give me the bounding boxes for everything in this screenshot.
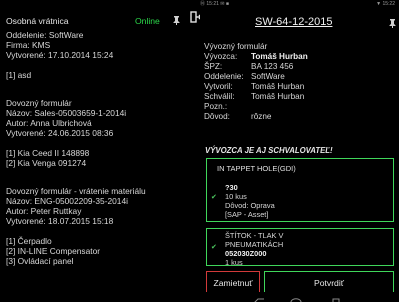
item-title: ŠTÍTOK - TLAK V: [225, 231, 284, 240]
recent-apps-icon[interactable]: [330, 293, 342, 302]
left-pane: Osobná vrátnica Online Oddelenie: SoftWa…: [0, 8, 200, 292]
pin-icon[interactable]: [389, 19, 396, 30]
back-icon[interactable]: [254, 293, 266, 302]
item-qty: 1 kus: [225, 258, 243, 266]
home-icon[interactable]: [290, 293, 302, 302]
field-value: Tomáš Hurban: [251, 92, 305, 101]
pin-icon[interactable]: [173, 16, 180, 27]
status-bar: Ⓝ 15:21 ✉ ■ ▼ 15:22: [0, 0, 399, 8]
left-line: Autor: Peter Ruttkay: [6, 206, 82, 216]
field-value: Tomáš Hurban: [251, 82, 305, 91]
left-line: Dovozný formulár - vrátenie materiálu: [6, 186, 146, 196]
field-value: Tomáš Hurban: [251, 52, 308, 61]
left-line: Oddelenie: SoftWare: [6, 30, 84, 40]
left-line: [1] Kia Ceed II 148898: [6, 148, 90, 158]
left-line: Dovozný formulár: [6, 98, 72, 108]
left-line: [3] Ovládací panel: [6, 256, 74, 266]
field-label: Vývozca:: [204, 52, 238, 61]
field-label: Dôvod:: [204, 112, 230, 121]
document-title[interactable]: SW-64-12-2015: [255, 16, 332, 28]
navigation-bar: [0, 292, 399, 302]
header-title: Osobná vrátnica: [6, 16, 69, 26]
left-line: [1] Čerpadlo: [6, 236, 52, 246]
left-line: Vytvorené: 17.10.2014 15:24: [6, 50, 114, 60]
field-label: Schválil:: [204, 92, 235, 101]
field-label: Vytvoril:: [204, 82, 233, 91]
item-qty: 10 kus: [225, 192, 247, 201]
left-line: Autor: Anna Ulbrichová: [6, 118, 92, 128]
left-line: Vytvorené: 24.06.2015 08:36: [6, 128, 114, 138]
right-pane: SW-64-12-2015 Vývozný formulár Vývozca: …: [200, 8, 399, 295]
item-title: IN TAPPET HOLE(GDI): [217, 164, 296, 173]
left-line: [2] Kia Venga 091274: [6, 158, 87, 168]
approver-warning: VÝVOZCA JE AJ SCHVALOVATEĽ!: [205, 146, 333, 155]
online-status: Online: [135, 16, 160, 26]
item-card[interactable]: ✔ ŠTÍTOK - TLAK V PNEUMATIKÁCH 052030Z00…: [206, 228, 394, 266]
left-line: Názov: ENG-05002209-35-2014i: [6, 196, 128, 206]
left-line: [2] IN-LINE Compensator: [6, 246, 101, 256]
field-label: Oddelenie:: [204, 72, 244, 81]
field-label: ŠPZ:: [204, 62, 223, 71]
form-label: Vývozný formulár: [204, 42, 268, 51]
left-line: Firma: KMS: [6, 40, 51, 50]
left-line: Vytvorené: 18.07.2015 15:18: [6, 216, 114, 226]
item-code: 052030Z000: [225, 249, 267, 258]
item-reason: Dôvod: Oprava: [225, 201, 275, 210]
left-header: Osobná vrátnica Online: [6, 16, 194, 26]
status-right: ▼ 15:22: [376, 1, 395, 7]
item-code: ?30: [225, 183, 238, 192]
left-line: [1] asd: [6, 70, 32, 80]
item-card[interactable]: IN TAPPET HOLE(GDI) ✔ ?30 10 kus Dôvod: …: [206, 158, 394, 222]
field-value: rôzne: [251, 112, 272, 121]
check-icon: ✔: [211, 244, 217, 251]
field-value: BA 123 456: [251, 62, 294, 71]
left-line: Názov: Sales-05003659-1-2014i: [6, 108, 127, 118]
field-value: SoftWare: [251, 72, 285, 81]
field-label: Pozn.:: [204, 102, 228, 111]
item-title: PNEUMATIKÁCH: [225, 240, 284, 249]
check-icon: ✔: [211, 194, 217, 201]
status-left: Ⓝ 15:21 ✉ ■: [200, 1, 229, 7]
item-source: [SAP - Asset]: [225, 210, 269, 219]
